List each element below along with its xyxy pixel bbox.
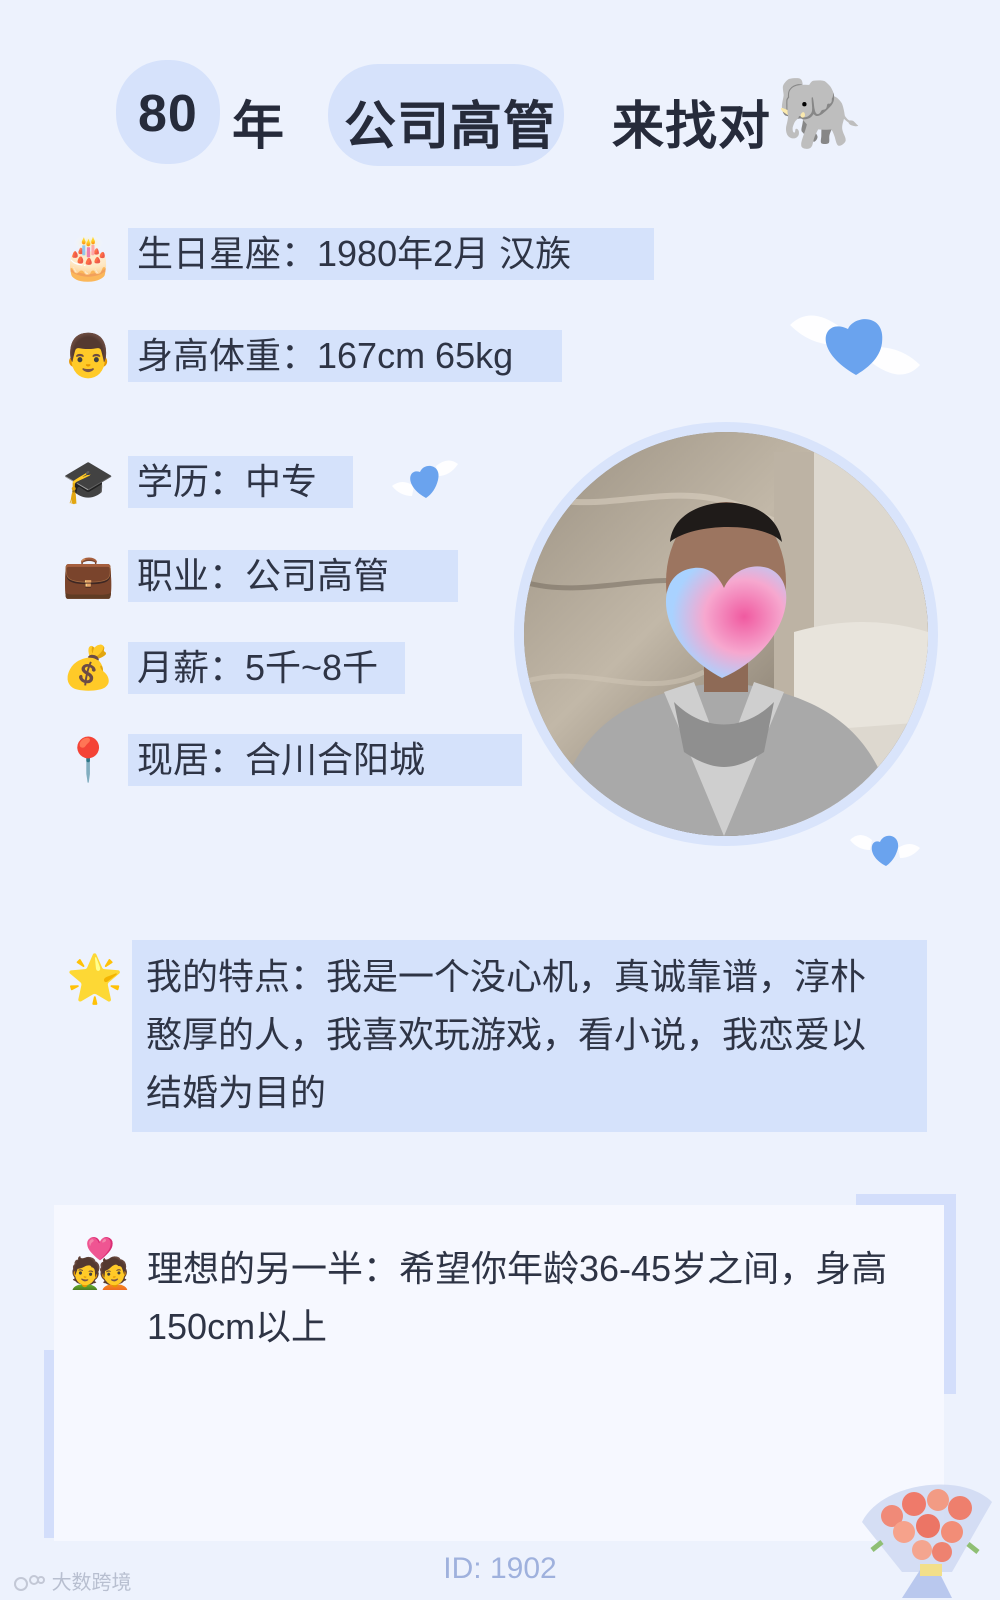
couple-with-heart-icon: 💑: [70, 1236, 130, 1292]
profile-id: ID: 1902: [443, 1552, 557, 1585]
briefcase-icon: 💼: [62, 551, 115, 600]
profile-photo: [524, 432, 928, 836]
ideal-line-2: 150cm以上: [147, 1306, 328, 1347]
watermark-logo-icon: [14, 1575, 45, 1591]
header-seeking: 来找对: [612, 98, 772, 156]
feature-line-1: 我的特点：我是一个没心机，真诚靠谱，淳朴: [146, 956, 867, 997]
header-year-suffix: 年: [232, 98, 286, 156]
ideal-text: 理想的另一半：希望你年龄36-45岁之间，身高 150cm以上: [147, 1240, 927, 1356]
glowing-star-icon: 🌟: [66, 951, 124, 1005]
info-education: 学历：中专: [137, 461, 318, 502]
location-pin-icon: 📍: [62, 735, 115, 784]
graduation-cap-icon: 🎓: [62, 457, 115, 506]
header-job: 公司高管: [344, 98, 557, 156]
header-age: 80: [138, 85, 198, 143]
feature-text: 我的特点：我是一个没心机，真诚靠谱，淳朴 憨厚的人，我喜欢玩游戏，看小说，我恋爱…: [146, 948, 916, 1122]
feature-line-2: 憨厚的人，我喜欢玩游戏，看小说，我恋爱以: [146, 1014, 867, 1055]
info-birthday: 生日星座：1980年2月 汉族: [137, 233, 572, 274]
feature-line-3: 结婚为目的: [146, 1072, 327, 1113]
winged-heart-icon: [790, 315, 920, 375]
watermark-text: 大数跨境: [51, 1572, 132, 1594]
info-occupation: 职业：公司高管: [137, 555, 390, 596]
money-bag-icon: 💰: [62, 643, 115, 692]
man-face-icon: 👨: [62, 331, 115, 380]
watermark: 大数跨境: [12, 1566, 132, 1595]
elephant-icon: 🐘: [776, 72, 864, 154]
ideal-line-1: 理想的另一半：希望你年龄36-45岁之间，身高: [147, 1248, 888, 1289]
birthday-cake-icon: 🎂: [62, 233, 115, 282]
info-height-weight: 身高体重：167cm 65kg: [137, 335, 514, 376]
info-residence: 现居：合川合阳城: [137, 739, 426, 780]
small-heart-icon: [392, 460, 458, 498]
small-heart-icon-bottom: [850, 835, 920, 866]
info-salary: 月薪：5千~8千: [137, 647, 379, 688]
